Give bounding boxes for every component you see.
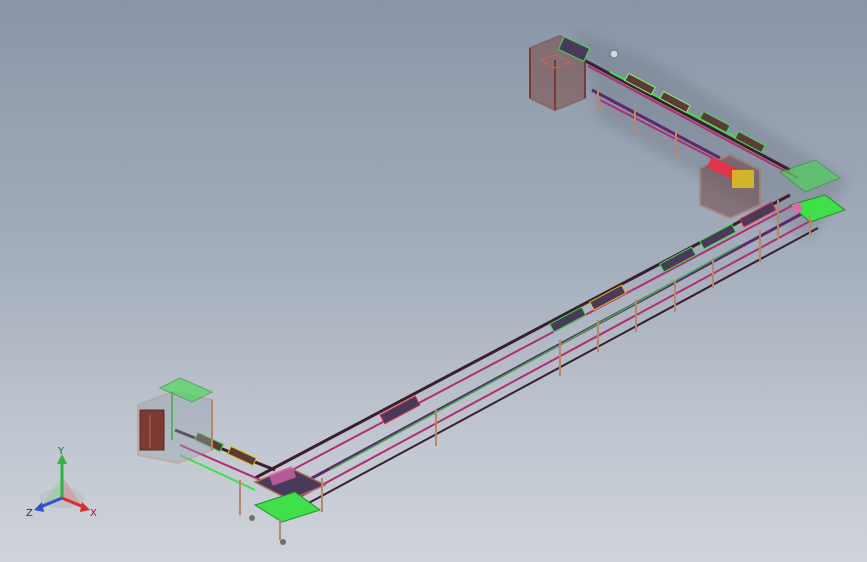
z-axis-arrowhead — [34, 502, 44, 512]
cad-viewport[interactable]: Y X Z — [0, 0, 867, 562]
carrier-fixtures — [379, 201, 777, 425]
conveyor-rail — [261, 202, 798, 487]
main-conveyor-line[interactable] — [254, 193, 819, 506]
view-orientation-triad[interactable]: Y X Z — [22, 446, 106, 526]
x-axis-arrowhead — [80, 502, 90, 512]
conveyor-rail — [329, 344, 561, 471]
x-axis-label: X — [90, 508, 97, 519]
z-axis-label: Z — [26, 508, 33, 519]
conveyor-rail — [297, 219, 813, 499]
conveyor-assembly-model[interactable] — [0, 0, 867, 562]
conveyor-rail — [304, 227, 819, 506]
y-axis-label: Y — [57, 446, 65, 457]
lower-end-cabinet[interactable] — [137, 377, 214, 465]
